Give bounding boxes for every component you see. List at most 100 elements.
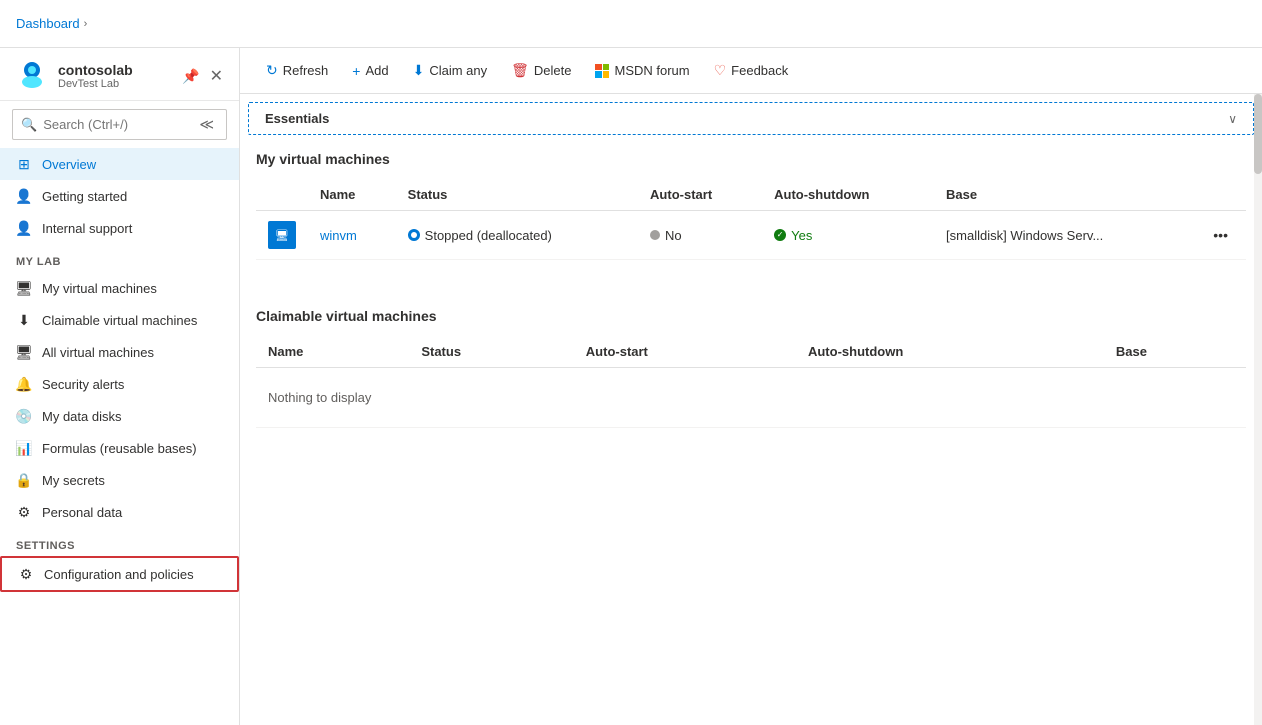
sidebar-item-my-data-disks[interactable]: 💿 My data disks	[0, 400, 239, 432]
claimable-empty-row: Nothing to display	[256, 368, 1246, 428]
sidebar-item-personal-data[interactable]: ⚙ Personal data	[0, 496, 239, 528]
search-input[interactable]	[43, 117, 189, 132]
status-dot	[408, 229, 420, 241]
breadcrumb[interactable]: Dashboard ›	[16, 16, 87, 31]
claimable-virtual-machines-table: Name Status Auto-start Auto-shutdown Bas…	[256, 336, 1246, 428]
vm-actions-button[interactable]: •••	[1207, 225, 1234, 245]
claimable-col-name-header[interactable]: Name	[256, 336, 409, 368]
content-area: ↻ Refresh + Add ⬇ Claim any 🗑 Delete	[240, 48, 1262, 725]
my-virtual-machines-title: My virtual machines	[256, 135, 1246, 179]
sidebar-item-getting-started[interactable]: 👤 Getting started	[0, 180, 239, 212]
col-name-header[interactable]: Name	[308, 179, 396, 211]
all-vm-icon: 🖥	[16, 344, 32, 360]
sidebar-item-security-alerts[interactable]: 🔔 Security alerts	[0, 368, 239, 400]
essentials-chevron: ∨	[1228, 112, 1237, 126]
sidebar-header: contosolab DevTest Lab 📌 ✕	[0, 48, 239, 101]
refresh-icon: ↻	[266, 62, 278, 79]
col-autoshutdown-header[interactable]: Auto-shutdown	[762, 179, 934, 211]
formulas-icon: 📊	[16, 440, 32, 456]
base-text: [smalldisk] Windows Serv...	[946, 228, 1103, 243]
sidebar-item-all-vm-label: All virtual machines	[42, 345, 154, 360]
search-box[interactable]: 🔍 ≪	[12, 109, 227, 140]
internal-support-icon: 👤	[16, 220, 32, 236]
top-bar: Dashboard ›	[0, 0, 1262, 48]
vm-row-autoshutdown: Yes	[762, 211, 934, 260]
toolbar: ↻ Refresh + Add ⬇ Claim any 🗑 Delete	[240, 48, 1262, 94]
collapse-button[interactable]: ≪	[195, 114, 218, 135]
refresh-button[interactable]: ↻ Refresh	[256, 56, 338, 85]
sidebar-item-internal-support[interactable]: 👤 Internal support	[0, 212, 239, 244]
status-text: Stopped (deallocated)	[425, 228, 552, 243]
close-icon[interactable]: ✕	[210, 66, 223, 86]
configuration-icon: ⚙	[18, 566, 34, 582]
claimable-col-status-header[interactable]: Status	[409, 336, 573, 368]
sidebar-item-configuration-label: Configuration and policies	[44, 567, 194, 582]
auto-shutdown-text: Yes	[791, 228, 812, 243]
my-virtual-machines-table: Name Status Auto-start Auto-shutdown Bas…	[256, 179, 1246, 260]
sidebar-item-my-virtual-machines-label: My virtual machines	[42, 281, 157, 296]
table-row: 🖥 winvm Stopped (deallocated)	[256, 211, 1246, 260]
sidebar-item-my-secrets[interactable]: 🔒 My secrets	[0, 464, 239, 496]
search-icon: 🔍	[21, 117, 37, 133]
feedback-icon: ♡	[714, 62, 727, 79]
sidebar-item-configuration-and-policies[interactable]: ⚙ Configuration and policies	[0, 556, 239, 592]
add-button[interactable]: + Add	[342, 57, 398, 85]
overview-icon: ⊞	[16, 156, 32, 172]
my-lab-section-header: My Lab	[0, 244, 239, 272]
breadcrumb-dashboard[interactable]: Dashboard	[16, 16, 80, 31]
my-data-disks-icon: 💿	[16, 408, 32, 424]
sidebar-item-formulas-label: Formulas (reusable bases)	[42, 441, 197, 456]
claimable-vm-icon: ⬇	[16, 312, 32, 328]
auto-shutdown-yes: Yes	[774, 228, 922, 243]
vm-row-name[interactable]: winvm	[308, 211, 396, 260]
auto-shutdown-dot	[774, 229, 786, 241]
claimable-col-base-header[interactable]: Base	[1104, 336, 1246, 368]
add-icon: +	[352, 63, 360, 79]
col-status-header[interactable]: Status	[396, 179, 638, 211]
sidebar-item-claimable-virtual-machines[interactable]: ⬇ Claimable virtual machines	[0, 304, 239, 336]
vm-row-actions: •••	[1195, 211, 1246, 260]
claim-any-button[interactable]: ⬇ Claim any	[403, 56, 498, 85]
col-base-header[interactable]: Base	[934, 179, 1195, 211]
pin-icon[interactable]: 📌	[182, 68, 199, 85]
claim-any-icon: ⬇	[413, 62, 425, 79]
claimable-col-autostart-header[interactable]: Auto-start	[574, 336, 796, 368]
sidebar-item-overview[interactable]: ⊞ Overview	[0, 148, 239, 180]
essentials-bar[interactable]: Essentials ∨	[248, 102, 1254, 135]
sidebar-item-all-virtual-machines[interactable]: 🖥 All virtual machines	[0, 336, 239, 368]
msdn-forum-button[interactable]: MSDN forum	[585, 57, 699, 84]
sidebar-item-getting-started-label: Getting started	[42, 189, 127, 204]
sidebar-item-personal-data-label: Personal data	[42, 505, 122, 520]
auto-start-text: No	[665, 228, 682, 243]
refresh-label: Refresh	[283, 63, 329, 78]
sidebar-item-my-data-disks-label: My data disks	[42, 409, 121, 424]
msdn-icon	[595, 64, 609, 78]
sidebar-item-security-alerts-label: Security alerts	[42, 377, 124, 392]
my-virtual-machines-section: My virtual machines Name Status Auto-sta…	[240, 135, 1262, 260]
col-autostart-header[interactable]: Auto-start	[638, 179, 762, 211]
getting-started-icon: 👤	[16, 188, 32, 204]
security-alerts-icon: 🔔	[16, 376, 32, 392]
vm-icon: 🖥	[268, 221, 296, 249]
sidebar-title-block: contosolab DevTest Lab	[58, 62, 172, 90]
delete-label: Delete	[534, 63, 572, 78]
sidebar-item-formulas[interactable]: 📊 Formulas (reusable bases)	[0, 432, 239, 464]
sidebar-item-my-virtual-machines[interactable]: 🖥 My virtual machines	[0, 272, 239, 304]
sidebar-item-claimable-vm-label: Claimable virtual machines	[42, 313, 197, 328]
claimable-virtual-machines-section: Claimable virtual machines Name Status A…	[240, 292, 1262, 428]
vm-row-status: Stopped (deallocated)	[396, 211, 638, 260]
delete-button[interactable]: 🗑 Delete	[501, 56, 581, 85]
app-icon	[16, 60, 48, 92]
feedback-button[interactable]: ♡ Feedback	[704, 56, 799, 85]
add-label: Add	[365, 63, 388, 78]
settings-section-header: Settings	[0, 528, 239, 556]
col-actions-header	[1195, 179, 1246, 211]
claimable-col-autoshutdown-header[interactable]: Auto-shutdown	[796, 336, 1104, 368]
essentials-label: Essentials	[265, 111, 1228, 126]
status-stopped: Stopped (deallocated)	[408, 228, 626, 243]
scrollbar-thumb[interactable]	[1254, 94, 1262, 174]
sidebar-item-my-secrets-label: My secrets	[42, 473, 105, 488]
scrollbar[interactable]	[1254, 94, 1262, 725]
msdn-grid	[595, 64, 609, 78]
vm-row-icon: 🖥	[256, 211, 308, 260]
